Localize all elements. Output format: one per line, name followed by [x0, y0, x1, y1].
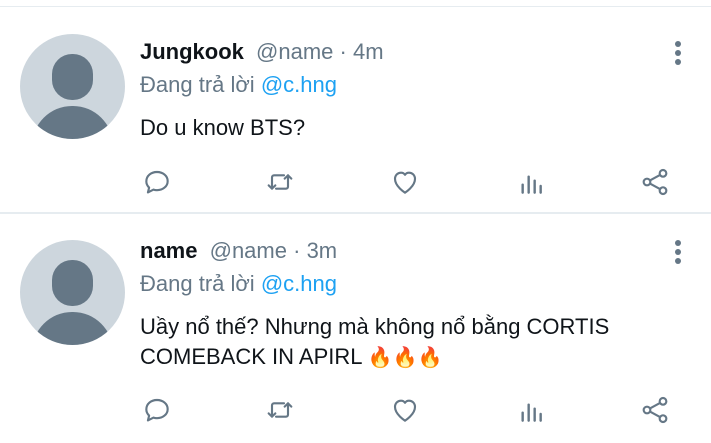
heart-icon[interactable] [387, 164, 423, 200]
timestamp[interactable]: 3m [307, 238, 338, 263]
tweet-item[interactable]: name @name · 3m Đang trả lời @c.hng Uầy … [0, 214, 711, 443]
tweet-item[interactable]: Jungkook @name · 4m Đang trả lời @c.hng … [0, 7, 711, 212]
heart-icon[interactable] [387, 392, 423, 428]
retweet-icon[interactable] [262, 392, 298, 428]
share-icon[interactable] [637, 392, 673, 428]
analytics-icon[interactable] [514, 164, 550, 200]
analytics-icon[interactable] [514, 392, 550, 428]
tweet-text: Uầy nổ thế? Nhưng mà không nổ bằng CORTI… [140, 312, 700, 373]
more-vertical-icon[interactable] [671, 39, 685, 67]
tweet-text-line: Do u know BTS? [140, 115, 306, 140]
retweet-icon[interactable] [262, 164, 298, 200]
avatar-body-shape [32, 106, 113, 139]
user-handle[interactable]: @name [210, 238, 287, 263]
replying-to-label: Đang trả lời [140, 72, 255, 97]
tweet-header: Jungkook @name · 4m [140, 39, 384, 65]
avatar[interactable] [20, 34, 125, 139]
reply-mention-link[interactable]: @c.hng [261, 72, 337, 97]
timestamp[interactable]: 4m [353, 39, 384, 64]
more-vertical-icon[interactable] [671, 238, 685, 266]
replying-to-line: Đang trả lời @c.hng [140, 271, 337, 297]
avatar-head-shape [52, 260, 93, 306]
tweet-actions [0, 392, 711, 428]
tweet-text-line: COMEBACK IN APIRL 🔥🔥🔥 [140, 342, 700, 373]
display-name[interactable]: Jungkook [140, 39, 244, 64]
share-icon[interactable] [637, 164, 673, 200]
avatar[interactable] [20, 240, 125, 345]
comment-icon[interactable] [139, 164, 175, 200]
tweet-text-line: Uầy nổ thế? Nhưng mà không nổ bằng CORTI… [140, 314, 610, 339]
separator-dot: · [293, 238, 301, 263]
tweet-text: Do u know BTS? [140, 113, 700, 143]
display-name[interactable]: name [140, 238, 197, 263]
reply-mention-link[interactable]: @c.hng [261, 271, 337, 296]
separator-dot: · [339, 39, 347, 64]
top-divider [0, 0, 711, 7]
tweet-header: name @name · 3m [140, 238, 337, 264]
user-handle[interactable]: @name [256, 39, 333, 64]
replying-to-label: Đang trả lời [140, 271, 255, 296]
avatar-head-shape [52, 54, 93, 100]
fire-emoji: 🔥🔥🔥 [367, 347, 443, 369]
tweet-text-segment: COMEBACK IN APIRL [140, 344, 362, 369]
avatar-body-shape [32, 312, 113, 345]
replying-to-line: Đang trả lời @c.hng [140, 72, 337, 98]
comment-icon[interactable] [139, 392, 175, 428]
tweet-actions [0, 164, 711, 200]
